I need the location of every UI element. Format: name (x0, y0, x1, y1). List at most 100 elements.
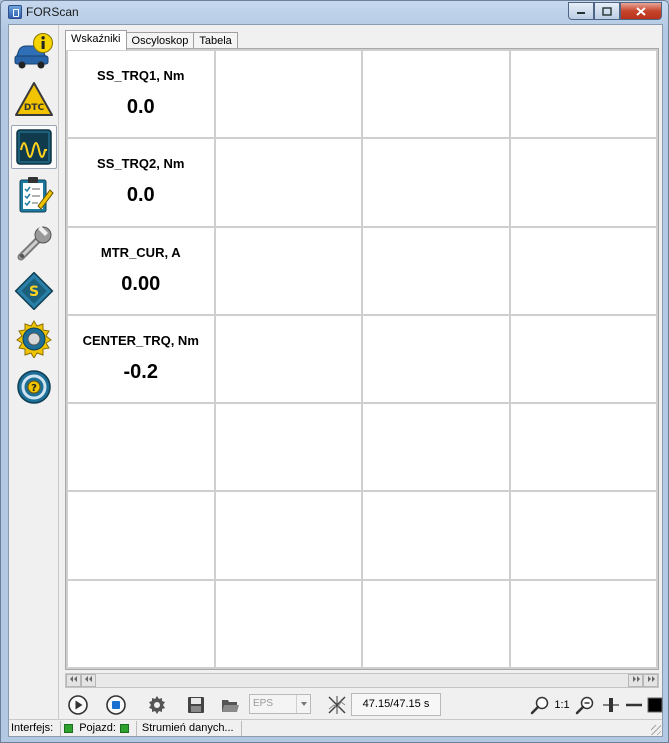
gauge-cell[interactable]: SS_TRQ2, Nm 0.0 (68, 139, 214, 226)
maximize-button[interactable] (594, 2, 620, 20)
empty-gauge-slot[interactable] (215, 139, 361, 226)
vehicle-label: Pojazd: (79, 722, 116, 734)
empty-gauge-slot[interactable] (363, 492, 509, 579)
gauge-value: -0.2 (123, 360, 158, 383)
empty-gauge-slot[interactable] (363, 139, 509, 226)
gauge-value: 0.00 (121, 272, 161, 295)
empty-gauge-slot[interactable] (215, 227, 361, 314)
sidebar-item-vehicle-info[interactable] (11, 29, 57, 73)
zoom-out-button[interactable] (572, 694, 598, 716)
open-button[interactable] (217, 694, 243, 716)
folder-open-icon (222, 700, 239, 712)
empty-gauge-slot[interactable] (510, 227, 656, 314)
sidebar-item-dtc[interactable]: DTC (11, 77, 57, 121)
scroll-start-button[interactable] (66, 674, 81, 687)
tab-wskazniki[interactable]: Wskaźniki (65, 30, 127, 50)
zoom-ratio[interactable]: 1:1 (552, 694, 572, 716)
gauge-cell[interactable]: CENTER_TRQ, Nm -0.2 (68, 315, 214, 403)
cursor-button[interactable] (324, 694, 350, 716)
sidebar-item-tests[interactable] (11, 173, 57, 217)
close-icon (636, 6, 646, 16)
scroll-back-icon (84, 676, 92, 682)
scroll-to-start-icon (69, 676, 77, 682)
minimize-button[interactable] (568, 2, 594, 20)
stop-button[interactable] (103, 694, 129, 716)
gauge-name: SS_TRQ1, Nm (97, 68, 185, 83)
empty-gauge-slot[interactable] (68, 580, 214, 667)
gauge-name: CENTER_TRQ, Nm (82, 332, 199, 348)
sidebar-item-help[interactable]: ? (11, 365, 57, 409)
empty-gauge-slot[interactable] (68, 492, 214, 579)
save-icon (188, 697, 204, 713)
empty-gauge-slot[interactable] (510, 51, 656, 138)
playback-toolbar: EPS 47.15/47.15 s 1:1 (65, 693, 663, 717)
empty-gauge-slot[interactable] (363, 315, 509, 403)
cursor-cross-icon (328, 696, 346, 714)
sidebar-item-service[interactable] (11, 221, 57, 265)
chevron-down-icon (300, 702, 307, 706)
gauge-name: SS_TRQ2, Nm (97, 156, 185, 172)
empty-gauge-slot[interactable] (215, 404, 361, 491)
svg-text:S: S (29, 284, 39, 300)
empty-gauge-slot[interactable] (363, 227, 509, 314)
main-window: FORScan DTC S ? Wskaźniki Oscyloskop Tab… (0, 0, 669, 743)
empty-gauge-slot[interactable] (363, 580, 509, 667)
horizontal-scrollbar[interactable] (65, 673, 659, 688)
svg-text:DTC: DTC (24, 103, 45, 113)
color-button[interactable] (642, 694, 668, 716)
scroll-back-button[interactable] (81, 674, 96, 687)
title-bar[interactable]: FORScan (1, 1, 668, 23)
combo-arrow[interactable] (296, 695, 310, 713)
scroll-end-button[interactable] (643, 674, 658, 687)
zoom-out-icon (575, 696, 594, 715)
marker-icon (603, 698, 619, 712)
empty-gauge-slot[interactable] (510, 139, 656, 226)
color-square-icon (647, 697, 663, 713)
module-combo[interactable]: EPS (249, 694, 311, 714)
play-button[interactable] (65, 694, 91, 716)
svg-text:?: ? (31, 383, 37, 394)
empty-gauge-slot[interactable] (510, 315, 656, 403)
app-logo-icon (8, 5, 22, 19)
scroll-forward-icon (632, 676, 640, 682)
window-title: FORScan (26, 5, 79, 19)
empty-gauge-slot[interactable] (215, 492, 361, 579)
view-tabs: Wskaźniki Oscyloskop Tabela (65, 30, 238, 50)
empty-gauge-slot[interactable] (510, 492, 656, 579)
scroll-forward-button[interactable] (628, 674, 643, 687)
sidebar-item-configuration[interactable]: S (11, 269, 57, 313)
save-button[interactable] (183, 694, 209, 716)
gauge-cell[interactable]: MTR_CUR, A 0.00 (68, 227, 214, 314)
gear-icon (16, 320, 52, 358)
empty-gauge-slot[interactable] (363, 404, 509, 491)
empty-gauge-slot[interactable] (510, 404, 656, 491)
close-button[interactable] (620, 2, 662, 20)
empty-gauge-slot[interactable] (215, 580, 361, 667)
zoom-in-button[interactable] (527, 694, 553, 716)
minimize-icon (577, 12, 585, 14)
resize-grip[interactable] (651, 725, 661, 735)
gauge-cell[interactable]: SS_TRQ1, Nm 0.0 (68, 51, 214, 138)
empty-gauge-slot[interactable] (68, 404, 214, 491)
gauge-value: 0.0 (126, 96, 155, 118)
empty-gauge-slot[interactable] (510, 580, 656, 667)
empty-gauge-slot[interactable] (215, 315, 361, 403)
sidebar-item-oscilloscope[interactable] (11, 125, 57, 169)
status-divider (240, 720, 242, 736)
empty-gauge-slot[interactable] (363, 51, 509, 138)
module-combo-value: EPS (253, 698, 274, 709)
sidebar-item-settings[interactable] (11, 317, 57, 361)
time-display: 47.15/47.15 s (351, 693, 441, 716)
empty-gauge-slot[interactable] (215, 51, 361, 138)
stop-icon (106, 695, 126, 715)
scroll-track[interactable] (96, 674, 628, 687)
help-wheel-icon: ? (17, 370, 51, 404)
gauge-grid: SS_TRQ1, Nm 0.0 SS_TRQ2, Nm 0.0 MTR_CUR, A 0.… (65, 48, 659, 670)
status-bar: Interfejs: Pojazd: Strumień danych... (9, 719, 662, 736)
gauge-name: MTR_CUR, A (100, 244, 181, 260)
waveform-icon (16, 129, 52, 165)
client-area: DTC S ? Wskaźniki Oscyloskop Tabela SS_T… (8, 24, 663, 737)
settings-button[interactable] (144, 694, 170, 716)
window-controls (568, 2, 662, 20)
vehicle-status-led (119, 723, 129, 733)
